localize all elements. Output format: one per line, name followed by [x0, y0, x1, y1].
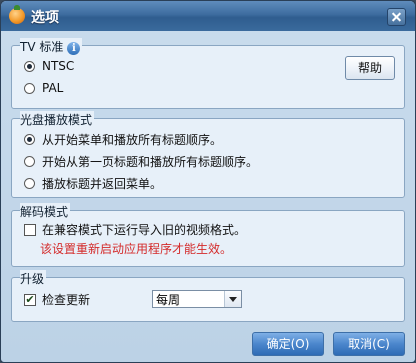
radio-disc-mode-2[interactable]: 开始从第一页标题和播放所有标题顺序。 — [24, 153, 258, 170]
radio-pal-dot[interactable] — [24, 82, 35, 94]
ok-button[interactable]: 确定(O) — [252, 332, 324, 356]
compat-mode-label: 在兼容模式下运行导入旧的视频格式。 — [42, 223, 247, 237]
radio-disc-mode-2-label: 开始从第一页标题和播放所有标题顺序。 — [42, 155, 259, 169]
cancel-button[interactable]: 取消(C) — [333, 332, 405, 356]
compat-mode-box[interactable] — [24, 223, 36, 236]
check-updates-checkbox[interactable]: ✔ 检查更新 — [24, 291, 90, 308]
app-logo-icon — [9, 5, 25, 24]
radio-disc-mode-2-dot[interactable] — [24, 156, 35, 167]
help-button[interactable]: 帮助 — [345, 56, 395, 80]
radio-disc-mode-1-label: 从开始菜单和播放所有标题顺序。 — [42, 133, 223, 147]
tv-standard-label: TV 标准 — [20, 40, 64, 54]
compat-mode-checkbox[interactable]: 在兼容模式下运行导入旧的视频格式。 — [24, 221, 246, 238]
check-updates-box[interactable]: ✔ — [24, 293, 36, 306]
decode-mode-group: 解码模式 在兼容模式下运行导入旧的视频格式。 该设置重新启动应用程序才能生效。 — [11, 203, 405, 267]
radio-disc-mode-1[interactable]: 从开始菜单和播放所有标题顺序。 — [24, 131, 222, 148]
window-title: 选项 — [31, 10, 59, 26]
radio-ntsc[interactable]: NTSC — [24, 59, 74, 73]
info-icon[interactable]: i — [67, 42, 81, 55]
disc-mode-group: 光盘播放模式 从开始菜单和播放所有标题顺序。 开始从第一页标题和播放所有标题顺序… — [11, 111, 405, 198]
radio-disc-mode-3-dot[interactable] — [24, 178, 35, 189]
radio-pal-label: PAL — [42, 81, 64, 95]
upgrade-group: 升级 ✔ 检查更新 每周 — [11, 270, 405, 322]
tv-standard-group: TV 标准 i NTSC PAL 帮助 — [11, 38, 405, 109]
title-bar[interactable]: 选项 — [1, 1, 415, 31]
check-updates-label: 检查更新 — [42, 293, 91, 307]
update-frequency-select[interactable]: 每周 — [152, 290, 242, 308]
update-frequency-value: 每周 — [156, 293, 181, 307]
tv-standard-header: TV 标准 i — [20, 38, 83, 55]
radio-ntsc-label: NTSC — [42, 59, 75, 73]
radio-disc-mode-3-label: 播放标题并返回菜单。 — [42, 177, 163, 191]
decode-mode-label: 解码模式 — [20, 203, 71, 220]
disc-mode-label: 光盘播放模式 — [20, 111, 95, 128]
chevron-down-icon[interactable] — [224, 291, 241, 307]
radio-ntsc-dot[interactable] — [24, 60, 35, 72]
radio-disc-mode-1-dot[interactable] — [24, 134, 35, 145]
radio-disc-mode-3[interactable]: 播放标题并返回菜单。 — [24, 175, 162, 192]
close-button[interactable] — [387, 8, 406, 26]
options-dialog: 选项 TV 标准 i NTSC PAL 帮助 光盘播放模式 从开始菜单和播放所有标… — [0, 0, 416, 363]
restart-warning: 该设置重新启动应用程序才能生效。 — [40, 242, 233, 256]
upgrade-label: 升级 — [20, 270, 47, 287]
radio-pal[interactable]: PAL — [24, 81, 63, 95]
